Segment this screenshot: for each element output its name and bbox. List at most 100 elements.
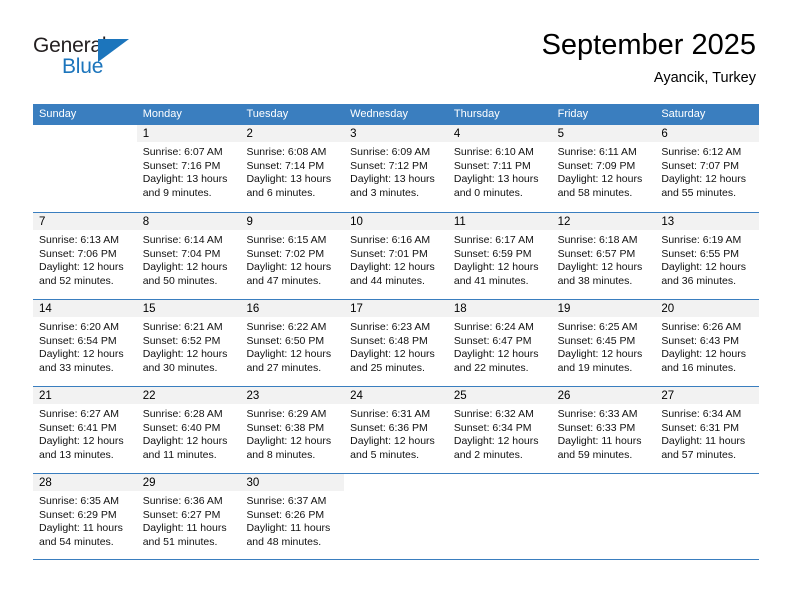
day-sun-info: Sunrise: 6:10 AM Sunset: 7:11 PM Daylight:… (448, 142, 552, 200)
sunrise-text: Sunrise: 6:35 AM (39, 495, 119, 507)
weekday-header-row: Sunday Monday Tuesday Wednesday Thursday… (33, 104, 759, 125)
daylight-text-line1: Daylight: 12 hours (39, 348, 124, 361)
calendar-day-cell[interactable]: 16 Sunrise: 6:22 AM Sunset: 6:50 PM Dayligh… (240, 300, 345, 386)
sunrise-text: Sunrise: 6:19 AM (661, 234, 742, 246)
daylight-text-line1: Daylight: 13 hours (453, 173, 539, 186)
general-blue-logo[interactable]: General Blue (33, 34, 163, 82)
calendar-day-cell[interactable]: 18 Sunrise: 6:24 AM Sunset: 6:47 PM Dayligh… (447, 300, 552, 386)
day-number: 5 (551, 125, 656, 142)
daylight-text-line2: and 30 minutes. (142, 361, 218, 374)
calendar-day-cell[interactable]: 5 Sunrise: 6:11 AM Sunset: 7:09 PM Daylight… (551, 125, 656, 212)
day-number: 2 (240, 125, 345, 142)
calendar-day-cell[interactable]: 14 Sunrise: 6:20 AM Sunset: 6:54 PM Dayligh… (33, 300, 137, 386)
day-sun-info: Sunrise: 6:09 AM Sunset: 7:12 PM Daylight:… (344, 142, 448, 200)
calendar-day-cell[interactable]: 13 Sunrise: 6:19 AM Sunset: 6:55 PM Dayligh… (655, 213, 760, 299)
calendar-day-cell[interactable]: 3 Sunrise: 6:09 AM Sunset: 7:12 PM Daylight… (344, 125, 448, 212)
daylight-text-line2: and 22 minutes. (453, 361, 529, 374)
calendar-day-cell[interactable]: 23 Sunrise: 6:29 AM Sunset: 6:38 PM Dayligh… (240, 387, 345, 473)
day-number: 6 (655, 125, 760, 142)
calendar-day-cell[interactable]: 8 Sunrise: 6:14 AM Sunset: 7:04 PM Daylight… (136, 213, 241, 299)
sunset-text: Sunset: 6:33 PM (557, 421, 636, 434)
weekday-tuesday: Tuesday (246, 108, 289, 120)
logo-text-blue: Blue (62, 55, 104, 78)
calendar-week-row: 14 Sunrise: 6:20 AM Sunset: 6:54 PM Dayligh… (33, 299, 760, 386)
calendar-day-cell[interactable]: 24 Sunrise: 6:31 AM Sunset: 6:36 PM Dayligh… (344, 387, 448, 473)
calendar-day-cell[interactable]: 20 Sunrise: 6:26 AM Sunset: 6:43 PM Dayligh… (655, 300, 760, 386)
calendar-day-empty (344, 474, 448, 559)
calendar-day-cell[interactable]: 12 Sunrise: 6:18 AM Sunset: 6:57 PM Dayligh… (551, 213, 656, 299)
daylight-text-line1: Daylight: 11 hours (661, 435, 746, 448)
day-number: 25 (447, 387, 552, 404)
calendar-day-cell[interactable]: 30 Sunrise: 6:37 AM Sunset: 6:26 PM Dayligh… (240, 474, 345, 559)
daylight-text-line2: and 38 minutes. (557, 274, 633, 287)
calendar-day-cell[interactable]: 7 Sunrise: 6:13 AM Sunset: 7:06 PM Daylight… (33, 213, 137, 299)
calendar-day-cell[interactable]: 9 Sunrise: 6:15 AM Sunset: 7:02 PM Daylight… (240, 213, 345, 299)
calendar-day-cell[interactable]: 15 Sunrise: 6:21 AM Sunset: 6:52 PM Dayligh… (136, 300, 241, 386)
day-number: 20 (655, 300, 760, 317)
calendar-day-cell[interactable]: 28 Sunrise: 6:35 AM Sunset: 6:29 PM Dayligh… (33, 474, 137, 559)
calendar-day-cell[interactable]: 19 Sunrise: 6:25 AM Sunset: 6:45 PM Dayligh… (551, 300, 656, 386)
calendar-day-cell[interactable]: 11 Sunrise: 6:17 AM Sunset: 6:59 PM Dayligh… (447, 213, 552, 299)
calendar-day-cell[interactable]: 21 Sunrise: 6:27 AM Sunset: 6:41 PM Dayligh… (33, 387, 137, 473)
calendar-day-cell[interactable]: 1 Sunrise: 6:07 AM Sunset: 7:16 PM Daylight… (136, 125, 241, 212)
day-sun-info: Sunrise: 6:32 AM Sunset: 6:34 PM Daylight:… (448, 404, 552, 462)
daylight-text-line2: and 2 minutes. (453, 448, 523, 461)
daylight-text-line1: Daylight: 12 hours (142, 348, 228, 361)
calendar-day-empty (655, 474, 759, 559)
sunset-text: Sunset: 6:47 PM (453, 334, 532, 347)
calendar-week-row: 28 Sunrise: 6:35 AM Sunset: 6:29 PM Dayligh… (33, 473, 759, 560)
sunset-text: Sunset: 6:50 PM (246, 334, 325, 347)
sunset-text: Sunset: 6:31 PM (661, 421, 739, 434)
day-sun-info: Sunrise: 6:28 AM Sunset: 6:40 PM Daylight:… (137, 404, 241, 462)
calendar-day-cell[interactable]: 25 Sunrise: 6:32 AM Sunset: 6:34 PM Dayligh… (447, 387, 552, 473)
sunset-text: Sunset: 7:07 PM (661, 159, 739, 172)
sunset-text: Sunset: 6:52 PM (142, 334, 221, 347)
sunset-text: Sunset: 7:01 PM (350, 247, 428, 260)
daylight-text-line1: Daylight: 11 hours (557, 435, 642, 448)
weekday-friday: Friday (557, 108, 589, 120)
daylight-text-line2: and 33 minutes. (39, 361, 114, 374)
daylight-text-line2: and 52 minutes. (39, 274, 114, 287)
calendar-day-cell[interactable]: 4 Sunrise: 6:10 AM Sunset: 7:11 PM Daylight… (447, 125, 552, 212)
sunrise-text: Sunrise: 6:27 AM (39, 408, 119, 420)
day-number: 27 (655, 387, 760, 404)
day-sun-info: Sunrise: 6:11 AM Sunset: 7:09 PM Daylight:… (552, 142, 656, 200)
sunrise-text: Sunrise: 6:10 AM (453, 146, 534, 158)
calendar-day-cell[interactable]: 17 Sunrise: 6:23 AM Sunset: 6:48 PM Dayligh… (344, 300, 448, 386)
day-number: 10 (344, 213, 448, 230)
sunrise-text: Sunrise: 6:36 AM (142, 495, 223, 507)
daylight-text-line1: Daylight: 12 hours (350, 348, 435, 361)
daylight-text-line2: and 3 minutes. (350, 186, 420, 199)
sunset-text: Sunset: 6:41 PM (39, 421, 117, 434)
calendar-day-cell[interactable]: 22 Sunrise: 6:28 AM Sunset: 6:40 PM Dayligh… (136, 387, 241, 473)
day-number: 17 (344, 300, 448, 317)
day-sun-info: Sunrise: 6:25 AM Sunset: 6:45 PM Daylight:… (552, 317, 656, 375)
sunrise-text: Sunrise: 6:08 AM (246, 146, 327, 158)
sunrise-text: Sunrise: 6:23 AM (350, 321, 431, 333)
daylight-text-line2: and 0 minutes. (453, 186, 523, 199)
day-sun-info: Sunrise: 6:21 AM Sunset: 6:52 PM Daylight:… (137, 317, 241, 375)
daylight-text-line1: Daylight: 12 hours (661, 173, 746, 186)
daylight-text-line2: and 57 minutes. (661, 448, 737, 461)
daylight-text-line1: Daylight: 12 hours (661, 348, 746, 361)
sunrise-text: Sunrise: 6:14 AM (142, 234, 223, 246)
calendar-grid: Sunday Monday Tuesday Wednesday Thursday… (33, 104, 760, 560)
calendar-day-cell[interactable]: 27 Sunrise: 6:34 AM Sunset: 6:31 PM Dayligh… (655, 387, 760, 473)
sunset-text: Sunset: 6:59 PM (453, 247, 532, 260)
day-sun-info: Sunrise: 6:31 AM Sunset: 6:36 PM Daylight:… (344, 404, 448, 462)
day-number: 16 (240, 300, 345, 317)
sunset-text: Sunset: 7:14 PM (246, 159, 325, 172)
day-sun-info: Sunrise: 6:07 AM Sunset: 7:16 PM Daylight:… (137, 142, 241, 200)
calendar-day-cell[interactable]: 10 Sunrise: 6:16 AM Sunset: 7:01 PM Dayligh… (344, 213, 448, 299)
calendar-day-cell[interactable]: 2 Sunrise: 6:08 AM Sunset: 7:14 PM Daylight… (240, 125, 345, 212)
sunrise-text: Sunrise: 6:18 AM (557, 234, 638, 246)
daylight-text-line1: Daylight: 12 hours (39, 435, 124, 448)
calendar-day-cell[interactable]: 26 Sunrise: 6:33 AM Sunset: 6:33 PM Dayligh… (551, 387, 656, 473)
daylight-text-line2: and 11 minutes. (142, 448, 217, 461)
sunset-text: Sunset: 6:34 PM (453, 421, 532, 434)
daylight-text-line1: Daylight: 13 hours (142, 173, 228, 186)
calendar-day-cell[interactable]: 29 Sunrise: 6:36 AM Sunset: 6:27 PM Dayligh… (136, 474, 241, 559)
calendar-day-cell[interactable]: 6 Sunrise: 6:12 AM Sunset: 7:07 PM Daylight… (655, 125, 760, 212)
day-sun-info: Sunrise: 6:13 AM Sunset: 7:06 PM Daylight:… (33, 230, 137, 288)
day-number: 30 (240, 474, 345, 491)
